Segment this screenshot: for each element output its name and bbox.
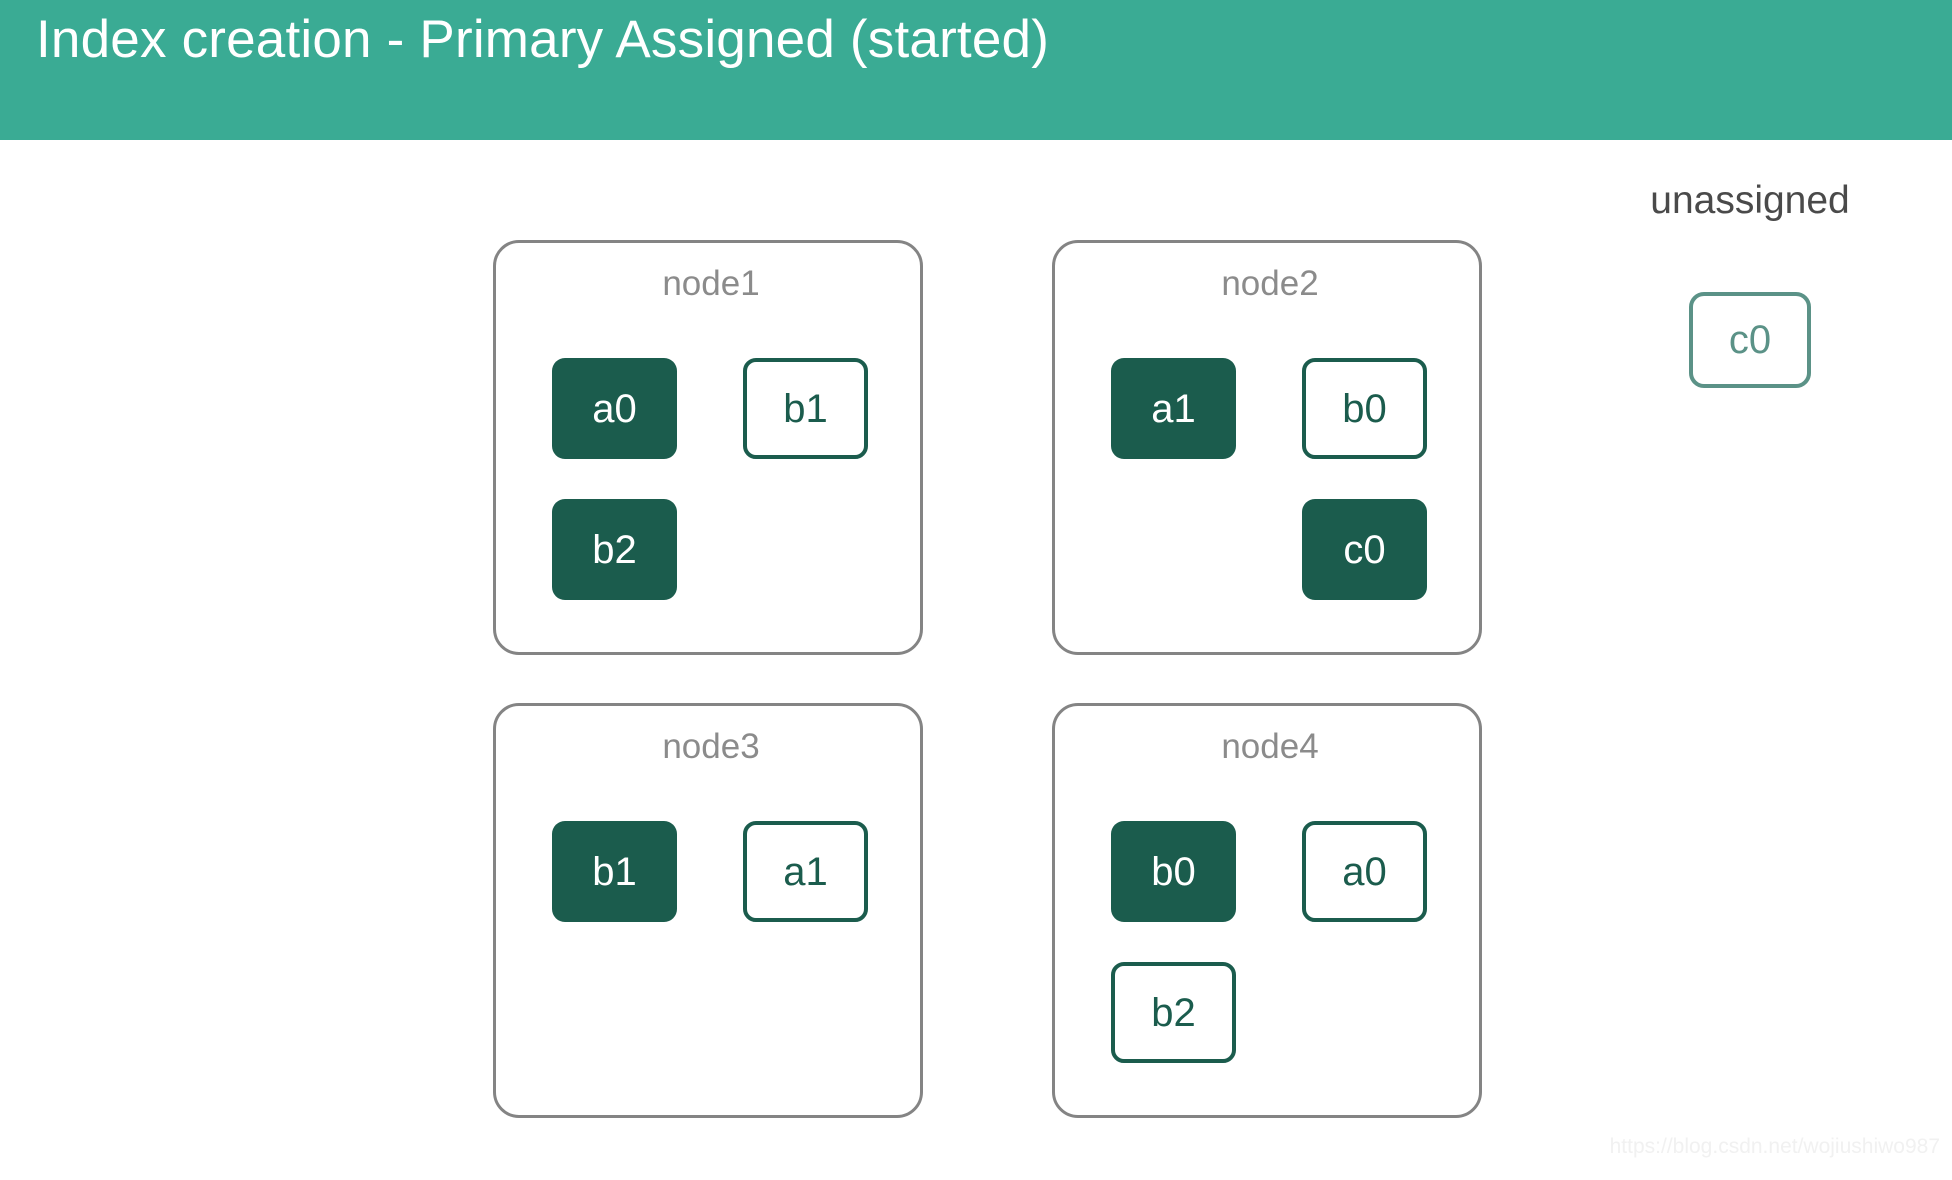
cluster-diagram: node1 a0 b1 b2 node2 a1 b0 c0 node3 b1 a… [0,140,1952,1180]
watermark: https://blog.csdn.net/wojiushiwo987 [1609,1135,1940,1158]
unassigned-title: unassigned [1650,179,1850,222]
shard-chip-primary[interactable]: c0 [1302,499,1427,600]
shard-slot: a1 [743,821,868,922]
shard-label: a1 [1151,386,1196,431]
shard-chip-primary[interactable]: b0 [1111,821,1236,922]
shard-slot: b1 [743,358,868,459]
shard-slot: b1 [552,821,677,922]
shard-chip-primary[interactable]: b1 [552,821,677,922]
shard-chip-replica[interactable]: a1 [743,821,868,922]
shard-grid: a1 b0 c0 [1111,358,1431,640]
shard-chip-replica[interactable]: b2 [1111,962,1236,1063]
node-label: node1 [662,264,760,303]
shard-row-empty [552,962,872,1063]
shard-label: c0 [1343,527,1386,572]
shard-chip-primary[interactable]: a1 [1111,358,1236,459]
shard-label: c0 [1728,318,1772,362]
shard-slot: a1 [1111,358,1236,459]
shard-chip-primary[interactable]: a0 [552,358,677,459]
node-container-node1[interactable]: node1 a0 b1 b2 [493,240,923,655]
shard-row: b1 a1 [552,821,872,922]
node-container-node2[interactable]: node2 a1 b0 c0 [1052,240,1482,655]
shard-label: b1 [783,386,828,431]
shard-label: a0 [1342,849,1387,894]
shard-label: b0 [1151,849,1196,894]
shard-chip-unassigned[interactable]: c0 [1689,292,1811,388]
shard-slot: b0 [1111,821,1236,922]
shard-chip-replica[interactable]: a0 [1302,821,1427,922]
shard-label: b2 [592,527,637,572]
shard-chip-replica[interactable]: b0 [1302,358,1427,459]
shard-row: c0 [1111,499,1431,600]
shard-slot: b0 [1302,358,1427,459]
page-title: Index creation - Primary Assigned (start… [36,10,1050,69]
shard-row: a1 b0 [1111,358,1431,459]
shard-chip-primary[interactable]: b2 [552,499,677,600]
node-container-node4[interactable]: node4 b0 a0 b2 [1052,703,1482,1118]
shard-slot: b2 [552,499,677,600]
shard-slot: c0 [1302,499,1427,600]
shard-grid: a0 b1 b2 [552,358,872,640]
shard-row: b2 [552,499,872,600]
shard-label: a1 [783,849,828,894]
node-label: node4 [1221,727,1319,766]
shard-label: a0 [592,386,637,431]
shard-row: b2 [1111,962,1431,1063]
shard-slot: a0 [552,358,677,459]
shard-slot: a0 [1302,821,1427,922]
shard-row: a0 b1 [552,358,872,459]
shard-label: b1 [592,849,637,894]
shard-slot: b2 [1111,962,1236,1063]
shard-grid: b0 a0 b2 [1111,821,1431,1103]
shard-label: b0 [1342,386,1387,431]
node-container-node3[interactable]: node3 b1 a1 [493,703,923,1118]
shard-grid: b1 a1 [552,821,872,1103]
title-banner: Index creation - Primary Assigned (start… [0,0,1952,140]
shard-row: b0 a0 [1111,821,1431,922]
node-label: node2 [1221,264,1319,303]
shard-chip-replica[interactable]: b1 [743,358,868,459]
node-label: node3 [662,727,760,766]
unassigned-shard-list: c0 [1600,292,1900,388]
shard-label: b2 [1151,990,1196,1035]
